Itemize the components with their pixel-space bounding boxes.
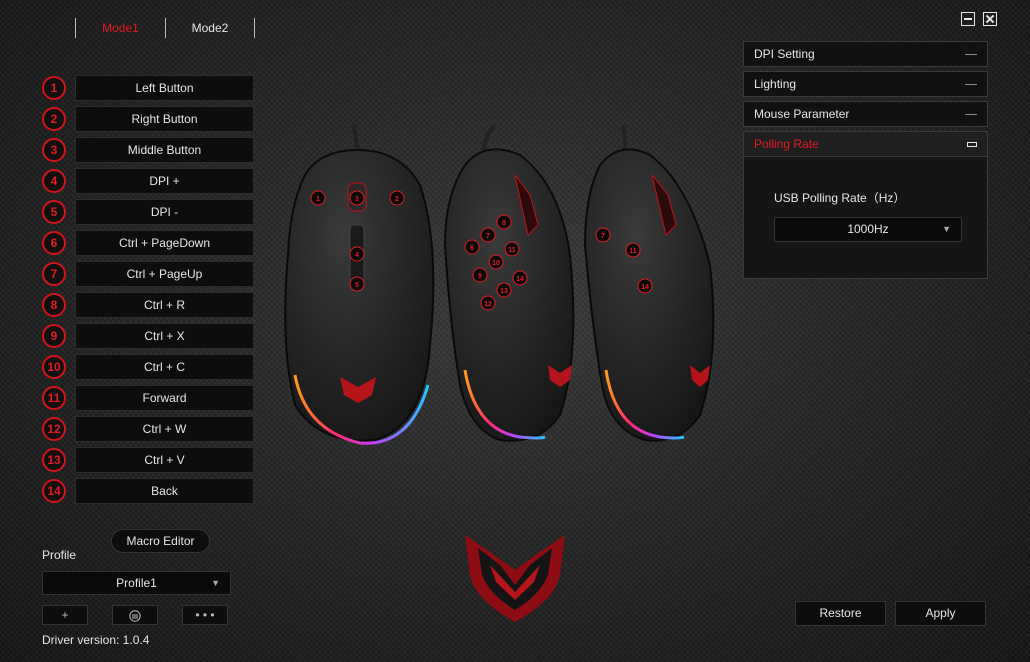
button-assignment[interactable]: Forward xyxy=(75,385,254,411)
polling-rate-select[interactable]: 1000Hz ▼ xyxy=(774,217,962,242)
expand-icon xyxy=(965,54,977,55)
mouse-label: 11 xyxy=(508,247,516,254)
button-assignment[interactable]: Ctrl + PageUp xyxy=(75,261,254,287)
button-row-14: 14 Back xyxy=(42,478,254,509)
button-number-badge: 2 xyxy=(42,107,66,131)
tab-mode1[interactable]: Mode1 xyxy=(75,18,165,38)
button-assignment[interactable]: Back xyxy=(75,478,254,504)
button-number-badge: 9 xyxy=(42,324,66,348)
section-label: Lighting xyxy=(754,77,797,91)
polling-rate-value: 1000Hz xyxy=(847,222,889,236)
button-number-badge: 6 xyxy=(42,231,66,255)
profile-value: Profile1 xyxy=(116,576,157,590)
polling-rate-label: USB Polling Rate（Hz） xyxy=(774,191,906,205)
button-number-badge: 4 xyxy=(42,169,66,193)
mode-tabs: Mode1 Mode2 xyxy=(75,18,255,38)
button-assignment[interactable]: DPI + xyxy=(75,168,254,194)
button-assignment[interactable]: Ctrl + R xyxy=(75,292,254,318)
more-options-button[interactable]: • • • xyxy=(182,605,228,625)
button-assignment[interactable]: Middle Button xyxy=(75,137,254,163)
button-row-11: 11 Forward xyxy=(42,385,254,416)
mouse-label: 5 xyxy=(355,282,359,289)
caret-down-icon: ▼ xyxy=(942,224,951,234)
mouse-label: 4 xyxy=(355,252,359,259)
mouse-label: 7 xyxy=(486,233,490,240)
mouse-label: 8 xyxy=(502,220,506,227)
driver-version: Driver version: 1.0.4 xyxy=(42,633,150,647)
button-number-badge: 5 xyxy=(42,200,66,224)
mouse-label: 12 xyxy=(484,301,492,308)
brand-logo xyxy=(465,535,565,622)
mouse-label: 14 xyxy=(516,276,524,283)
button-row-12: 12 Ctrl + W xyxy=(42,416,254,447)
button-assignment[interactable]: Ctrl + PageDown xyxy=(75,230,254,256)
button-number-badge: 14 xyxy=(42,479,66,503)
button-number-badge: 1 xyxy=(42,76,66,100)
section-mouse-parameter[interactable]: Mouse Parameter xyxy=(743,101,988,127)
section-label: DPI Setting xyxy=(754,47,815,61)
mouse-label: 14 xyxy=(641,284,649,291)
profile-label: Profile xyxy=(42,548,77,562)
section-label: Mouse Parameter xyxy=(754,107,850,121)
button-assignment[interactable]: Right Button xyxy=(75,106,254,132)
button-row-1: 1 Left Button xyxy=(42,75,254,106)
button-row-3: 3 Middle Button xyxy=(42,137,254,168)
mouse-label: 6 xyxy=(470,245,474,252)
section-polling-rate[interactable]: Polling Rate xyxy=(743,131,988,157)
button-assignment[interactable]: Ctrl + V xyxy=(75,447,254,473)
expand-icon xyxy=(965,114,977,115)
button-assignment[interactable]: Ctrl + C xyxy=(75,354,254,380)
button-row-13: 13 Ctrl + V xyxy=(42,447,254,478)
settings-panel: DPI Setting Lighting Mouse Parameter Pol… xyxy=(743,41,988,279)
caret-down-icon: ▼ xyxy=(211,578,220,588)
mouse-label: 13 xyxy=(500,288,508,295)
button-row-5: 5 DPI - xyxy=(42,199,254,230)
mouse-label: 1 xyxy=(316,196,320,203)
button-number-badge: 12 xyxy=(42,417,66,441)
expand-icon xyxy=(965,84,977,85)
mouse-label: 3 xyxy=(355,196,359,203)
mouse-right-side-view xyxy=(583,148,715,442)
restore-button[interactable]: Restore xyxy=(795,601,886,626)
button-assignment[interactable]: Ctrl + W xyxy=(75,416,254,442)
section-label: Polling Rate xyxy=(754,137,819,151)
minimize-icon[interactable] xyxy=(961,12,975,26)
mouse-label: 9 xyxy=(478,273,482,280)
button-row-9: 9 Ctrl + X xyxy=(42,323,254,354)
polling-rate-body: USB Polling Rate（Hz） 1000Hz ▼ xyxy=(743,157,988,279)
button-assignment[interactable]: Left Button xyxy=(75,75,254,101)
tab-mode2[interactable]: Mode2 xyxy=(165,18,255,38)
add-profile-button[interactable]: + xyxy=(42,605,88,625)
section-dpi-setting[interactable]: DPI Setting xyxy=(743,41,988,67)
button-number-badge: 10 xyxy=(42,355,66,379)
button-row-4: 4 DPI + xyxy=(42,168,254,199)
button-assignment-list: 1 Left Button 2 Right Button 3 Middle Butto… xyxy=(42,75,254,509)
button-number-badge: 13 xyxy=(42,448,66,472)
button-number-badge: 8 xyxy=(42,293,66,317)
trash-icon xyxy=(129,610,141,622)
mouse-illustrations: 1 2 3 4 5 7 6 8 9 10 11 12 13 14 7 11 14 xyxy=(284,125,715,445)
section-lighting[interactable]: Lighting xyxy=(743,71,988,97)
button-row-10: 10 Ctrl + C xyxy=(42,354,254,385)
close-icon[interactable] xyxy=(983,12,997,26)
collapse-icon xyxy=(967,142,977,147)
apply-button[interactable]: Apply xyxy=(895,601,986,626)
button-row-6: 6 Ctrl + PageDown xyxy=(42,230,254,261)
button-assignment[interactable]: DPI - xyxy=(75,199,254,225)
button-row-7: 7 Ctrl + PageUp xyxy=(42,261,254,292)
button-row-2: 2 Right Button xyxy=(42,106,254,137)
delete-profile-button[interactable] xyxy=(112,605,158,625)
button-number-badge: 11 xyxy=(42,386,66,410)
mouse-label: 7 xyxy=(601,233,605,240)
button-number-badge: 3 xyxy=(42,138,66,162)
mouse-label: 10 xyxy=(492,260,500,267)
mouse-label: 11 xyxy=(629,248,637,255)
mouse-label: 2 xyxy=(395,196,399,203)
macro-editor-button[interactable]: Macro Editor xyxy=(111,529,210,553)
button-assignment[interactable]: Ctrl + X xyxy=(75,323,254,349)
profile-select[interactable]: Profile1 ▼ xyxy=(42,571,231,595)
button-number-badge: 7 xyxy=(42,262,66,286)
button-row-8: 8 Ctrl + R xyxy=(42,292,254,323)
